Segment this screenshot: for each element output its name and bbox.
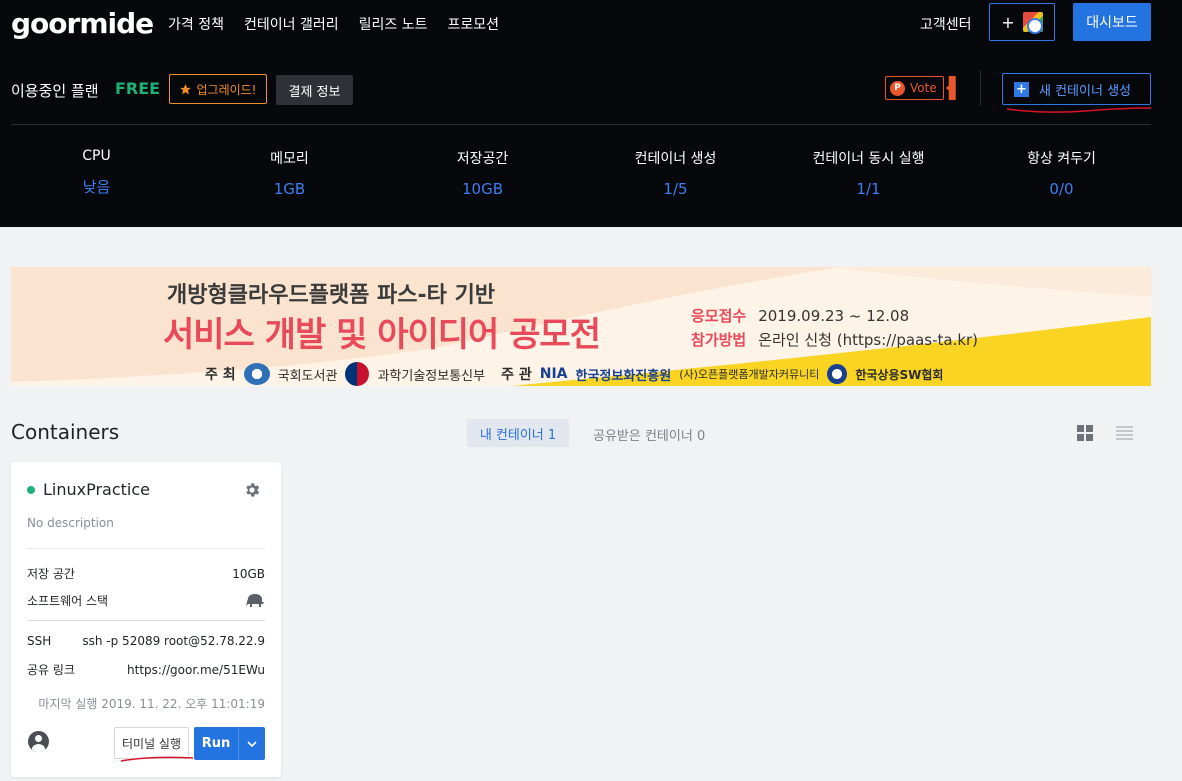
info-value: 2019.09.23 ~ 12.08 (758, 307, 910, 325)
header-divider (980, 70, 981, 106)
stat-storage: 저장공간 10GB (386, 140, 579, 200)
storage-value: 10GB (232, 566, 265, 581)
plan-row: 이용중인 플랜 FREE 업그레이드! 결제 정보 P Vote + 새 컨테이… (11, 70, 1152, 113)
stack-row: 소프트웨어 스택 (27, 592, 265, 609)
organizer-name: 한국정보화진흥원 (575, 368, 672, 384)
banner-title: 서비스 개발 및 아이디어 공모전 (163, 315, 601, 355)
tab-shared-containers[interactable]: 공유받은 컨테이너 0 (593, 425, 705, 444)
list-view-icon[interactable] (1116, 426, 1133, 440)
plan-value: FREE (115, 79, 161, 98)
chevron-down-icon[interactable] (238, 727, 265, 760)
user-avatar (1022, 12, 1043, 34)
organizer-label: 주 관 (501, 367, 532, 383)
support-link[interactable]: 고객센터 (920, 14, 972, 34)
organizer-name: 한국상용SW협회 (855, 367, 944, 382)
star-icon (180, 83, 192, 94)
header-separator (11, 124, 1151, 125)
banner-hosts: 주 최 국회도서관 과학기술정보통신부 주 관 NIA 한국정보화진흥원 (사)… (205, 362, 943, 386)
stat-label: CPU (82, 148, 111, 164)
kosa-logo (827, 364, 848, 384)
host-name: 과학기술정보통신부 (377, 368, 486, 384)
banner-subtitle: 개방형클라우드플랫폼 파스-타 기반 (167, 283, 496, 308)
nia-logo-text: NIA (539, 366, 568, 382)
run-button[interactable]: Run (194, 727, 265, 760)
msit-logo (345, 362, 370, 386)
stat-value: 10GB (461, 180, 503, 198)
stat-always-on: 항상 켜두기 0/0 (965, 140, 1158, 200)
containers-title: Containers (11, 420, 120, 444)
container-card[interactable]: LinuxPractice No description 저장 공간 10GB … (11, 462, 281, 777)
container-name[interactable]: LinuxPractice (43, 480, 150, 499)
stat-container-create: 컨테이너 생성 1/5 (579, 140, 772, 200)
dashboard-button[interactable]: 대시보드 (1073, 3, 1151, 41)
plus-icon: + (1001, 12, 1015, 32)
nav-pricing[interactable]: 가격 정책 (168, 14, 224, 34)
ssh-label: SSH (27, 634, 52, 648)
tab-my-containers[interactable]: 내 컨테이너 1 (467, 419, 569, 447)
host-name: 국회도서관 (277, 368, 338, 384)
nav-container-gallery[interactable]: 컨테이너 갤러리 (244, 14, 339, 34)
red-annotation-underline (1006, 107, 1152, 113)
nav-promotion[interactable]: 프로모션 (447, 14, 499, 34)
vote-widget[interactable]: P Vote (885, 76, 960, 100)
share-link-label: 공유 링크 (27, 663, 75, 677)
nav-release-notes[interactable]: 릴리즈 노트 (359, 14, 428, 34)
stat-label: 메모리 (270, 151, 309, 167)
billing-button[interactable]: 결제 정보 (276, 75, 353, 105)
user-icon[interactable] (28, 731, 49, 752)
assembly-library-logo (243, 363, 270, 385)
stat-value: 1/5 (663, 180, 688, 198)
plus-square-icon: + (1014, 81, 1029, 97)
card-divider (27, 620, 265, 621)
banner-info-method: 참가방법 온라인 신청 (https://paas-ta.kr) (691, 329, 978, 350)
banner-info-period: 응모접수 2019.09.23 ~ 12.08 (691, 305, 909, 326)
add-account-button[interactable]: + (989, 3, 1055, 41)
share-link-value[interactable]: https://goor.me/51EWu (127, 663, 265, 677)
info-key: 응모접수 (691, 307, 747, 325)
container-description: No description (27, 516, 114, 530)
top-header: goormide 가격 정책 컨테이너 갤러리 릴리즈 노트 프로모션 고객센터… (0, 0, 1182, 227)
organizer-name: (사)오픈플랫폼개발자커뮤니티 (679, 368, 820, 381)
stack-label: 소프트웨어 스택 (27, 594, 109, 608)
plan-label: 이용중인 플랜 (11, 82, 99, 100)
ssh-row: SSH ssh -p 52089 root@52.78.22.9 (27, 634, 265, 648)
stat-value: 1/1 (856, 180, 881, 198)
new-container-button[interactable]: + 새 컨테이너 생성 (1002, 73, 1151, 105)
info-value: 온라인 신청 (https://paas-ta.kr) (758, 331, 979, 349)
stat-label: 컨테이너 생성 (634, 151, 717, 167)
stat-value: 1GB (273, 180, 306, 198)
vote-label: Vote (910, 81, 937, 95)
vote-count-tag (945, 76, 956, 100)
stat-memory: 메모리 1GB (193, 140, 386, 200)
storage-label: 저장 공간 (27, 567, 75, 581)
red-annotation-underline (120, 756, 194, 762)
stat-value: 0/0 (1049, 180, 1074, 198)
producthunt-icon: P (890, 80, 905, 96)
main-nav: 가격 정책 컨테이너 갤러리 릴리즈 노트 프로모션 (168, 14, 499, 34)
resource-stats: CPU 낮음 메모리 1GB 저장공간 10GB 컨테이너 생성 1/5 컨테이… (0, 140, 1162, 200)
run-label[interactable]: Run (194, 727, 238, 760)
running-status-dot (27, 486, 35, 494)
stat-cpu: CPU 낮음 (0, 140, 193, 200)
goormide-logo[interactable]: goormide (11, 7, 154, 40)
new-container-label: 새 컨테이너 생성 (1039, 83, 1131, 99)
stat-concurrent-run: 컨테이너 동시 실행 1/1 (772, 140, 965, 200)
gear-icon[interactable] (243, 481, 261, 499)
upgrade-label: 업그레이드! (196, 82, 257, 97)
promo-banner[interactable]: 개방형클라우드플랫폼 파스-타 기반 서비스 개발 및 아이디어 공모전 응모접… (11, 267, 1151, 386)
card-divider (27, 548, 265, 549)
last-run-time: 마지막 실행 2019. 11. 22. 오후 11:01:19 (38, 697, 265, 711)
host-label: 주 최 (205, 367, 236, 383)
share-link-row: 공유 링크 https://goor.me/51EWu (27, 661, 265, 678)
stat-label: 저장공간 (456, 151, 509, 167)
info-key: 참가방법 (691, 331, 747, 349)
ssh-command[interactable]: ssh -p 52089 root@52.78.22.9 (82, 634, 265, 648)
stat-label: 항상 켜두기 (1027, 151, 1096, 167)
storage-row: 저장 공간 10GB (27, 565, 265, 582)
elephant-stack-icon (246, 593, 264, 607)
upgrade-button[interactable]: 업그레이드! (169, 74, 267, 104)
stat-label: 컨테이너 동시 실행 (812, 151, 925, 167)
grid-view-icon[interactable] (1077, 425, 1093, 441)
stat-value: 낮음 (82, 178, 111, 196)
